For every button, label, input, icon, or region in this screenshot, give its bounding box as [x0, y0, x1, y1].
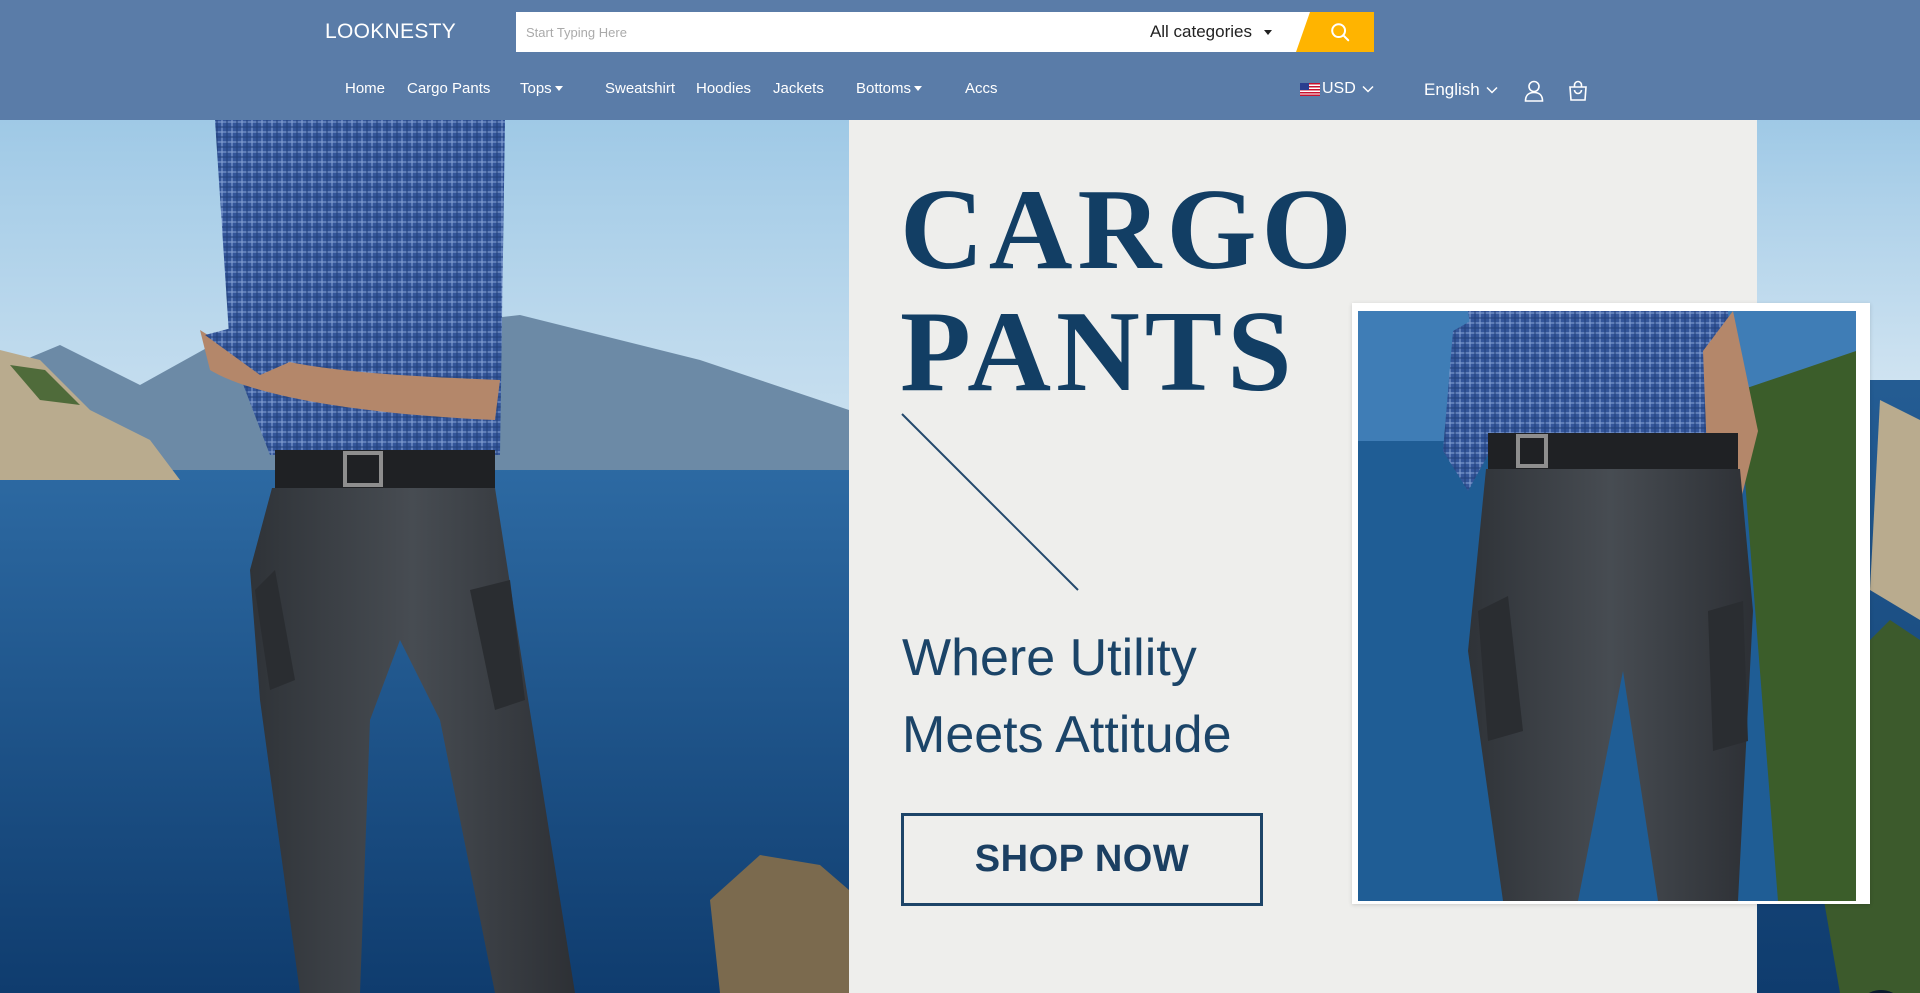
- nav-home-label: Home: [345, 80, 386, 97]
- site-header: LOOKNESTY All categories Home Cargo Pant…: [0, 0, 1920, 120]
- nav-accs[interactable]: Accs: [965, 80, 998, 97]
- hero-banner: CARGO PANTS Where Utility Meets Attitude…: [0, 120, 1920, 993]
- hero-tagline-line2: Meets Attitude: [902, 706, 1232, 764]
- language-label: English: [1424, 80, 1480, 99]
- main-nav: Home Cargo Pants Tops Sweatshirt Hoodies…: [0, 80, 1920, 104]
- nav-bottoms-label: Bottoms: [856, 80, 912, 97]
- language-select[interactable]: English: [1424, 80, 1498, 100]
- nav-jackets[interactable]: Jackets: [773, 80, 824, 97]
- hero-headline-cargo: CARGO: [900, 166, 1357, 294]
- nav-tops-label: Tops: [520, 80, 552, 97]
- nav-sweatshirt[interactable]: Sweatshirt: [605, 80, 675, 97]
- product-photo: [1358, 311, 1856, 901]
- nav-tops[interactable]: Tops: [520, 80, 563, 97]
- nav-hoodies[interactable]: Hoodies: [696, 80, 751, 97]
- user-icon[interactable]: [1524, 80, 1544, 102]
- nav-home[interactable]: Home: [345, 80, 385, 97]
- search-input[interactable]: [516, 12, 1116, 52]
- currency-select[interactable]: USD: [1300, 80, 1374, 98]
- hero-tagline-line1: Where Utility: [902, 629, 1197, 687]
- nav-jackets-label: Jackets: [773, 80, 824, 97]
- us-flag-icon: [1300, 82, 1320, 96]
- hero-headline-pants: PANTS: [900, 288, 1297, 416]
- currency-label: USD: [1322, 80, 1356, 97]
- chevron-down-icon: [1486, 86, 1498, 94]
- shop-now-button[interactable]: SHOP NOW: [901, 813, 1263, 906]
- search-button[interactable]: [1296, 12, 1374, 52]
- nav-cargo-pants[interactable]: Cargo Pants: [407, 80, 490, 97]
- nav-sweatshirt-label: Sweatshirt: [605, 80, 676, 97]
- search-icon: [1331, 23, 1350, 42]
- nav-cargo-pants-label: Cargo Pants: [407, 80, 491, 97]
- search-bar: All categories: [516, 12, 1374, 52]
- nav-bottoms[interactable]: Bottoms: [856, 80, 923, 97]
- decorative-diagonal-line: [901, 413, 1079, 591]
- nav-hoodies-label: Hoodies: [696, 80, 752, 97]
- caret-down-icon: [1264, 29, 1272, 35]
- caret-down-icon: [914, 86, 923, 91]
- nav-accs-label: Accs: [965, 80, 998, 97]
- caret-down-icon: [554, 86, 563, 91]
- site-logo[interactable]: LOOKNESTY: [325, 20, 456, 44]
- category-select-label: All categories: [1149, 22, 1252, 41]
- chevron-down-icon: [1362, 85, 1374, 93]
- category-select[interactable]: All categories: [1150, 12, 1272, 52]
- shopping-bag-icon[interactable]: [1568, 80, 1588, 102]
